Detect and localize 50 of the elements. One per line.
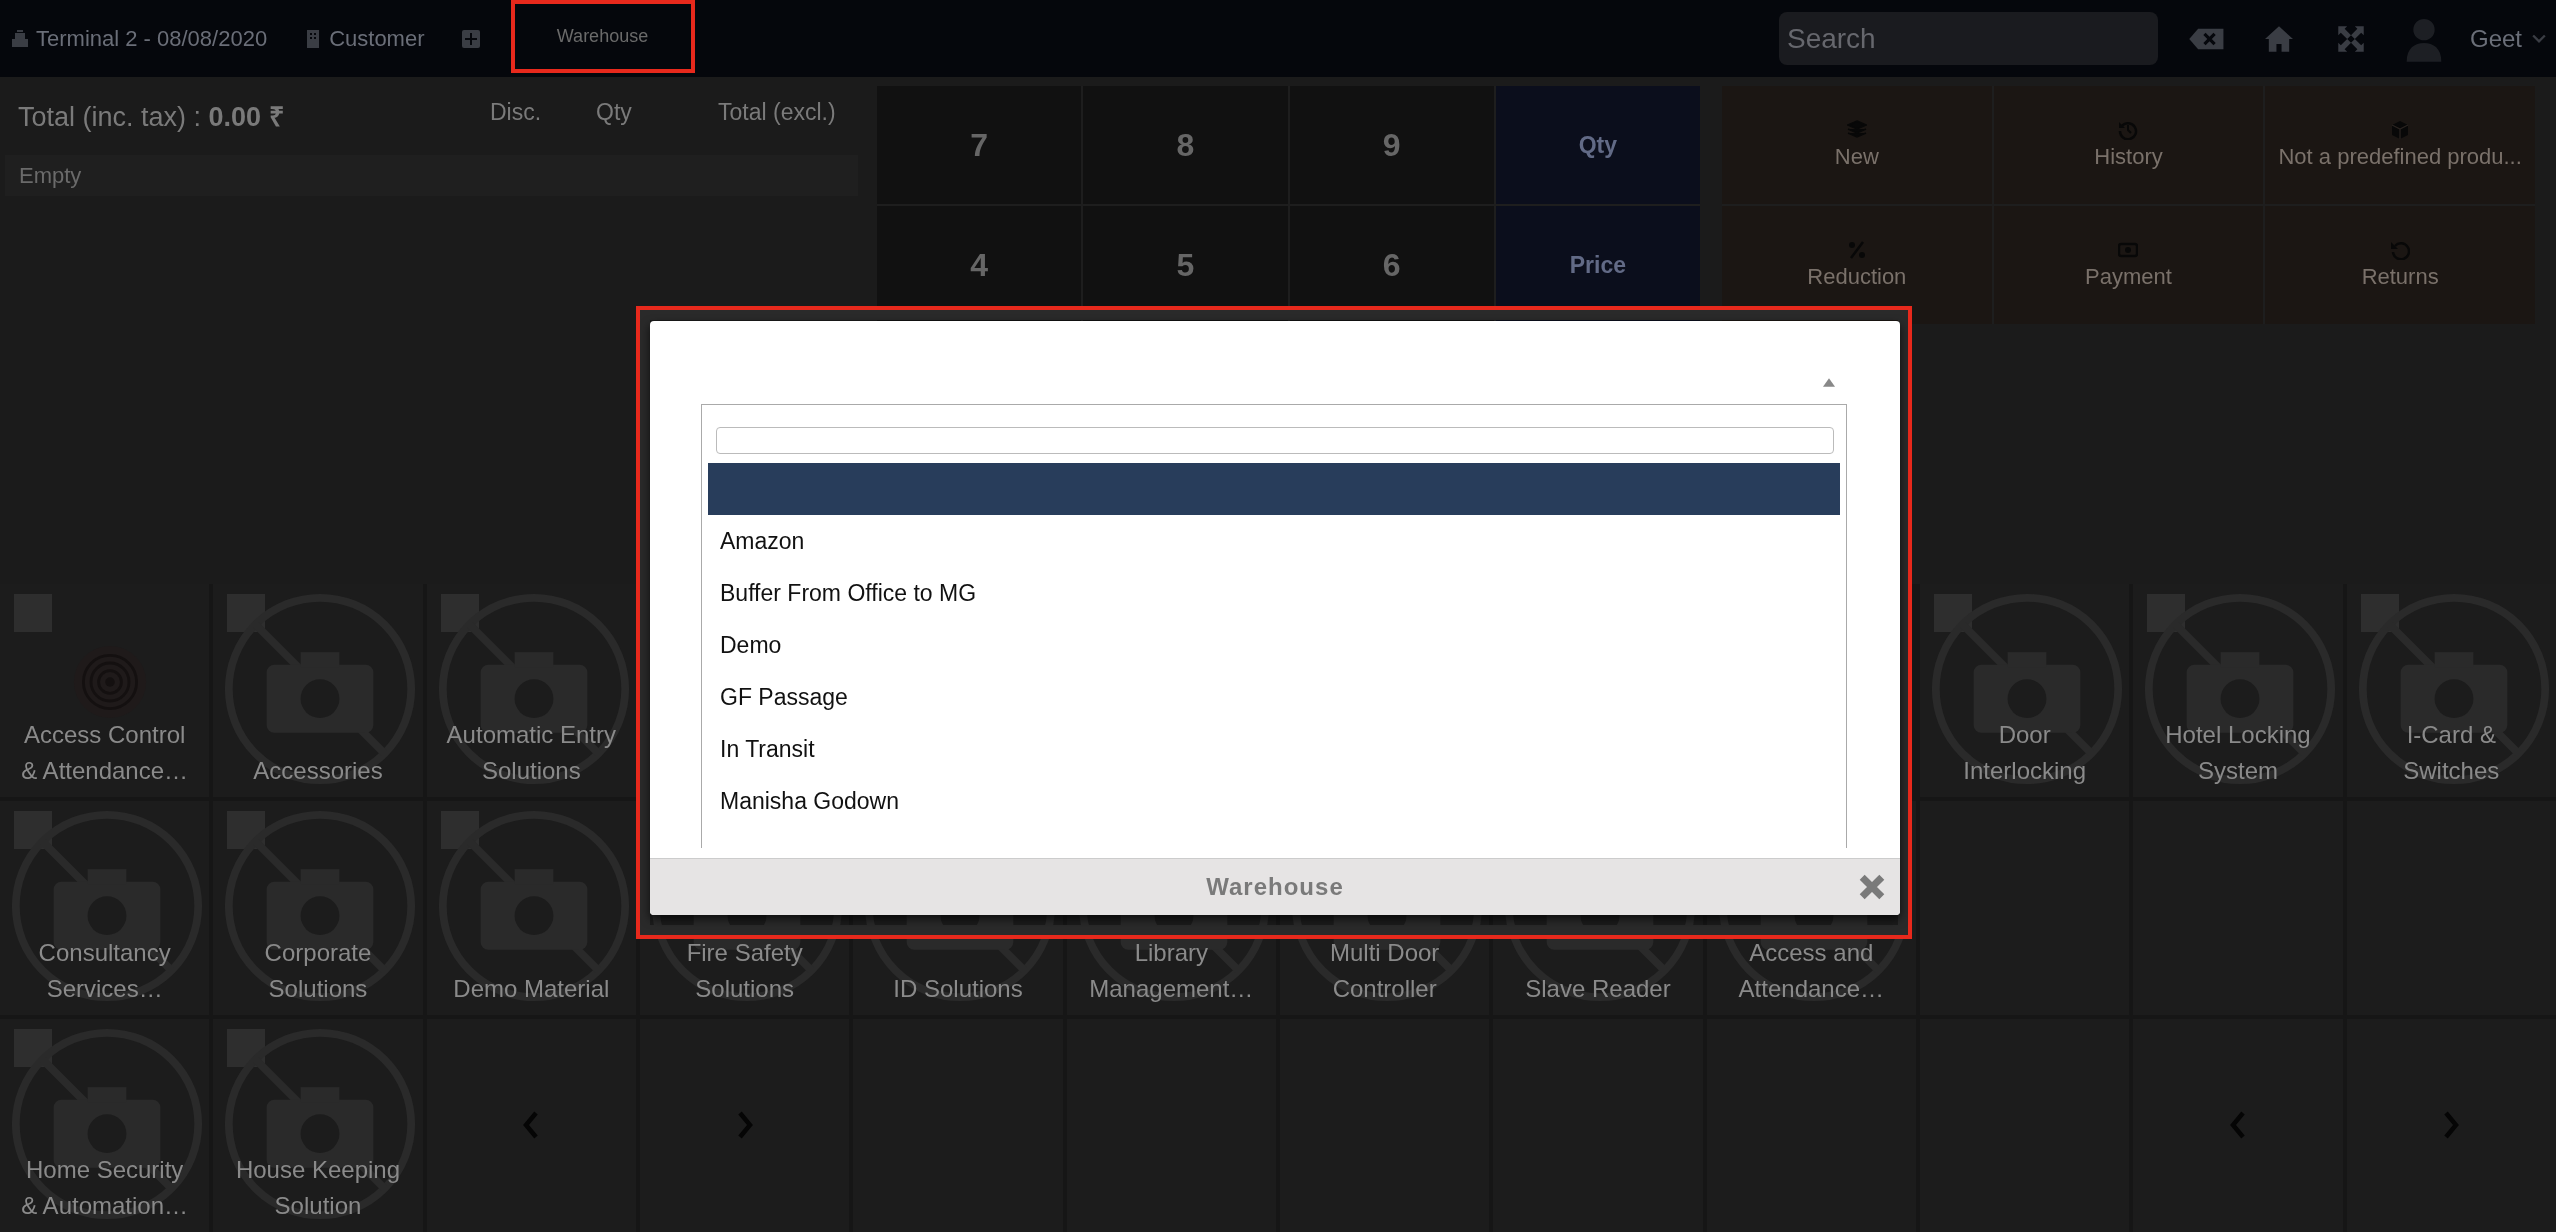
cash-register-icon: [10, 28, 30, 49]
search-field[interactable]: Search: [1778, 12, 2158, 65]
chevron-down-icon: [2532, 33, 2546, 44]
action-button[interactable]: New: [1722, 86, 1992, 204]
add-icon[interactable]: [460, 28, 481, 49]
category-tile[interactable]: Demo Material: [426, 801, 636, 1015]
dropdown-option[interactable]: Manisha Godown: [708, 775, 1840, 827]
category-tile[interactable]: Door Interlocking: [1920, 584, 2130, 798]
next-page-button[interactable]: [2346, 1018, 2556, 1232]
blank-option[interactable]: [708, 463, 1840, 515]
customer-button[interactable]: Customer: [303, 25, 425, 52]
mode-key[interactable]: Qty: [1495, 86, 1700, 204]
dropdown-option[interactable]: Demo: [708, 619, 1840, 671]
dropdown-option[interactable]: Buffer From Office to MG: [708, 567, 1840, 619]
previous-page-button[interactable]: [2133, 1018, 2343, 1232]
order-total: Total (inc. tax) : 0.00 ₹: [18, 101, 284, 134]
user-menu[interactable]: Geet: [2469, 24, 2546, 53]
next-page-button[interactable]: [640, 1018, 850, 1232]
dropdown-option[interactable]: GF Passage: [708, 671, 1840, 723]
dropdown-option[interactable]: Amazon: [708, 515, 1840, 567]
category-tile[interactable]: Hotel Locking System: [2133, 584, 2343, 798]
category-tile[interactable]: Access Control & Attendance…: [0, 584, 210, 798]
action-button[interactable]: Payment: [1993, 206, 2264, 324]
category-tile[interactable]: House Keeping Solution: [213, 1018, 423, 1232]
category-tile[interactable]: Home Security & Automation…: [0, 1018, 210, 1232]
box-icon: [2390, 120, 2411, 140]
warehouse-button[interactable]: Warehouse: [510, 0, 695, 73]
category-tile[interactable]: Consultancy Services…: [0, 801, 210, 1015]
category-tile[interactable]: Accessories: [213, 584, 423, 798]
column-header: Disc.: [490, 99, 542, 126]
column-header: Qty: [596, 99, 632, 126]
column-header: Total (excl.): [718, 99, 836, 126]
action-button[interactable]: Not a predefined produ...: [2265, 86, 2535, 204]
numpad-key[interactable]: 8: [1083, 86, 1288, 204]
category-tile[interactable]: Automatic Entry Solutions: [426, 584, 636, 798]
action-button[interactable]: Reduction: [1722, 206, 1992, 324]
action-button[interactable]: Returns: [2265, 206, 2535, 324]
search-field[interactable]: [716, 427, 1834, 454]
caret-icon[interactable]: [1823, 378, 1835, 387]
empty-order-row: Empty: [5, 155, 858, 196]
close-icon[interactable]: [1858, 873, 1886, 901]
numpad-key[interactable]: 9: [1289, 86, 1494, 204]
dropdown-option[interactable]: In Transit: [708, 723, 1840, 775]
action-button[interactable]: History: [1993, 86, 2264, 204]
terminal-label: Terminal 2 - 08/08/2020: [36, 25, 268, 52]
category-tile[interactable]: I-Card & Switches: [2346, 584, 2556, 798]
previous-page-button[interactable]: [426, 1018, 636, 1232]
numpad-key[interactable]: 7: [877, 86, 1082, 204]
dialog-title: Warehouse: [1206, 873, 1344, 901]
category-tile[interactable]: Corporate Solutions: [213, 801, 423, 1015]
